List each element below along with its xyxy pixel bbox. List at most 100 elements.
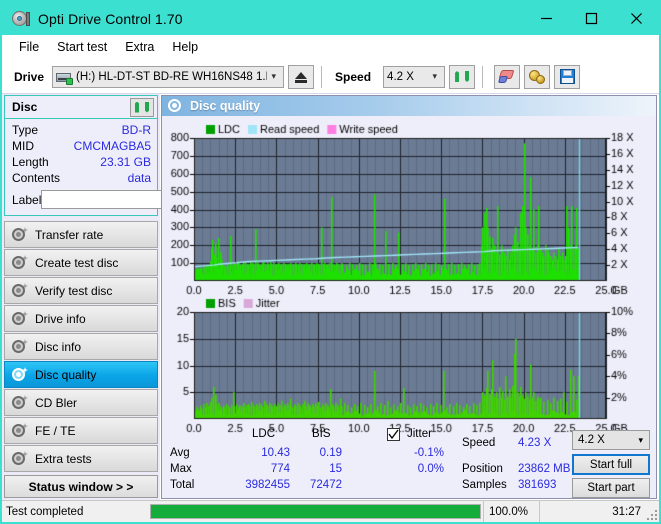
- page-title: Disc quality: [190, 99, 261, 113]
- progress-percent: 100.0%: [483, 500, 539, 522]
- disc-contents-label: Contents: [12, 171, 61, 185]
- charts-area: [162, 116, 656, 446]
- sidebar-item-transfer-rate[interactable]: Transfer rate: [4, 221, 158, 248]
- disc-length-label: Length: [12, 155, 49, 169]
- nav-list: Transfer rate Create test disc Verify te…: [4, 221, 158, 473]
- settings-button[interactable]: [524, 64, 551, 89]
- drive-select[interactable]: (H:) HL-DT-ST BD-RE WH16NS48 1.D3 ▾: [52, 65, 285, 88]
- start-full-button[interactable]: Start full: [572, 454, 650, 475]
- elapsed-time: 31:27: [539, 500, 659, 522]
- save-button[interactable]: [554, 64, 581, 89]
- disc-type-label: Type: [12, 123, 39, 137]
- jitter-avg-value: -0.1%: [413, 447, 444, 459]
- panel-header: Disc quality: [162, 96, 656, 116]
- stats-row-total-label: Total: [170, 479, 195, 491]
- toolbar-divider-2: [482, 65, 484, 88]
- disc-icon: [11, 255, 28, 270]
- eject-button[interactable]: [288, 64, 315, 89]
- disc-label-caption: Label: [12, 192, 42, 207]
- speed-stat-label: Speed: [462, 437, 496, 449]
- chevron-down-icon: ▾: [638, 434, 643, 445]
- disc-row-contents: Contents data: [12, 170, 151, 186]
- disc-info-header: Disc: [5, 96, 157, 119]
- menu-start-test[interactable]: Start test: [48, 38, 116, 56]
- stats-row-avg-label: Avg: [170, 447, 190, 459]
- sidebar: Disc Type BD-R MID CMCMAGBA5 Length 23.3…: [2, 94, 245, 500]
- disc-mid-value: CMCMAGBA5: [73, 139, 151, 153]
- disc-type-value: BD-R: [121, 123, 151, 137]
- disc-icon: [11, 311, 28, 326]
- erase-button[interactable]: [494, 64, 521, 89]
- test-speed-value: 4.2 X: [578, 434, 605, 446]
- disc-quality-charts: [162, 116, 656, 446]
- jitter-max-value: 0.0%: [417, 463, 444, 475]
- chevron-down-icon: ▾: [432, 71, 438, 81]
- body: Disc Type BD-R MID CMCMAGBA5 Length 23.3…: [2, 94, 659, 500]
- menu-extra[interactable]: Extra: [116, 38, 163, 56]
- maximize-icon[interactable]: [569, 2, 614, 35]
- disc-icon: [11, 283, 28, 298]
- content-panel: Disc quality LDC BIS Jitter Avg 10.43 0.…: [161, 95, 657, 499]
- menu-file[interactable]: File: [10, 38, 48, 56]
- samples-label: Samples: [462, 479, 507, 491]
- close-icon[interactable]: [614, 2, 659, 35]
- disc-icon: [11, 339, 28, 354]
- sidebar-label: Verify test disc: [35, 283, 113, 298]
- sidebar-label: Disc quality: [35, 367, 97, 382]
- disc-contents-value: data: [127, 171, 151, 185]
- window-controls: [524, 2, 659, 35]
- sidebar-item-fe-te[interactable]: FE / TE: [4, 417, 158, 444]
- sidebar-item-drive-info[interactable]: Drive info: [4, 305, 158, 332]
- sidebar-label: Drive info: [35, 311, 86, 326]
- sidebar-item-disc-quality[interactable]: Disc quality: [4, 361, 158, 388]
- erase-icon: [497, 69, 515, 84]
- bis-total-value: 72472: [310, 479, 342, 491]
- title-bar: Opti Drive Control 1.70: [2, 2, 659, 35]
- sidebar-item-disc-info[interactable]: Disc info: [4, 333, 158, 360]
- status-bar: Test completed 100.0% 31:27: [2, 500, 659, 522]
- status-message: Test completed: [6, 505, 84, 518]
- disc-icon: [11, 395, 28, 410]
- drive-icon: [56, 70, 74, 85]
- sidebar-label: Create test disc: [35, 255, 119, 270]
- disc-label-row: Label: [12, 189, 245, 210]
- speed-select[interactable]: 4.2 X ▾: [383, 65, 446, 88]
- refresh-button[interactable]: [449, 64, 476, 89]
- start-part-button[interactable]: Start part: [572, 478, 650, 498]
- window-title: Opti Drive Control 1.70: [38, 10, 183, 27]
- minimize-icon[interactable]: [524, 2, 569, 35]
- disc-icon: [11, 451, 28, 466]
- sidebar-item-extra-tests[interactable]: Extra tests: [4, 445, 158, 472]
- disc-info-rows: Type BD-R MID CMCMAGBA5 Length 23.31 GB …: [5, 119, 245, 215]
- progress-fill: [151, 505, 480, 518]
- stats-row-max-label: Max: [170, 463, 192, 475]
- sidebar-label: Extra tests: [35, 451, 92, 466]
- resize-grip-icon[interactable]: [645, 508, 657, 520]
- disc-quality-icon: [168, 99, 183, 113]
- menu-help[interactable]: Help: [163, 38, 207, 56]
- speed-stat-value: 4.23 X: [518, 437, 552, 449]
- sidebar-label: Transfer rate: [35, 227, 104, 242]
- sidebar-label: CD Bler: [35, 395, 78, 410]
- disc-row-type: Type BD-R: [12, 122, 151, 138]
- jitter-checkbox[interactable]: [387, 428, 400, 441]
- bis-avg-value: 0.19: [319, 447, 342, 459]
- sidebar-item-verify-test-disc[interactable]: Verify test disc: [4, 277, 158, 304]
- status-window-button[interactable]: Status window > >: [4, 475, 158, 498]
- eject-icon: [295, 72, 308, 79]
- disc-refresh-button[interactable]: [130, 97, 154, 117]
- toolbar-divider-1: [321, 65, 323, 88]
- speed-label: Speed: [335, 69, 372, 84]
- disc-length-value: 23.31 GB: [100, 155, 151, 169]
- chevron-down-icon: ▾: [271, 71, 277, 81]
- position-label: Position: [462, 463, 503, 475]
- disc-icon: [11, 367, 28, 382]
- disc-info-box: Disc Type BD-R MID CMCMAGBA5 Length 23.3…: [4, 95, 245, 216]
- sidebar-item-create-test-disc[interactable]: Create test disc: [4, 249, 158, 276]
- test-speed-select[interactable]: 4.2 X ▾: [572, 430, 650, 450]
- refresh-icon: [134, 100, 150, 115]
- sidebar-item-cd-bler[interactable]: CD Bler: [4, 389, 158, 416]
- ldc-max-value: 774: [270, 463, 290, 475]
- save-icon: [559, 69, 575, 84]
- disc-row-length: Length 23.31 GB: [12, 154, 151, 170]
